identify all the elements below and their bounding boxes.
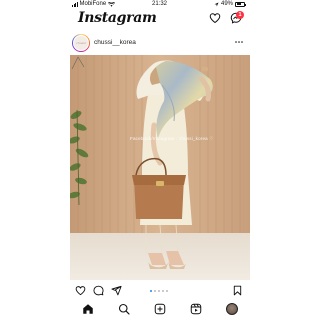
home-icon[interactable] [82,303,94,315]
instagram-logo[interactable]: Instagram [78,10,157,26]
more-options-icon[interactable] [234,38,244,46]
comment-icon[interactable] [93,285,104,296]
post-photo[interactable]: Facebook/Instagram : chussi_korea ♡ [70,55,250,280]
status-time: 21:32 [152,1,168,7]
heart-icon[interactable] [209,12,221,24]
dm-badge: 1 [236,11,244,19]
carousel-indicator [150,290,168,292]
like-icon[interactable] [75,285,86,296]
search-icon[interactable] [118,303,130,315]
avatar-image: chussi [73,35,89,51]
post-actions [0,282,320,298]
carousel-dot [166,290,168,292]
avatar[interactable]: chussi [72,34,90,52]
status-left: MobiFone [72,1,116,7]
carousel-dot [154,290,156,292]
app-header: Instagram 1 [0,8,320,30]
share-icon[interactable] [111,285,122,296]
carousel-dot-active [150,290,152,292]
post-image [70,55,250,280]
carrier-name: MobiFone [79,1,107,7]
save-icon[interactable] [232,285,243,296]
tab-bar [0,299,320,320]
location-icon [214,2,219,6]
profile-icon[interactable] [226,303,238,315]
reels-icon[interactable] [190,303,202,315]
post-username[interactable]: chussi__korea [94,39,136,46]
signal-icon [72,2,78,7]
photo-watermark: Facebook/Instagram : chussi_korea ♡ [130,136,214,141]
post-header: chussi chussi__korea [0,32,320,54]
wifi-icon [108,1,116,7]
carousel-dot [158,290,160,292]
new-post-icon[interactable] [154,303,166,315]
battery-percent: 49% [221,1,234,7]
carousel-dot [162,290,164,292]
battery-icon [235,1,247,7]
status-right: 49% [214,1,247,7]
